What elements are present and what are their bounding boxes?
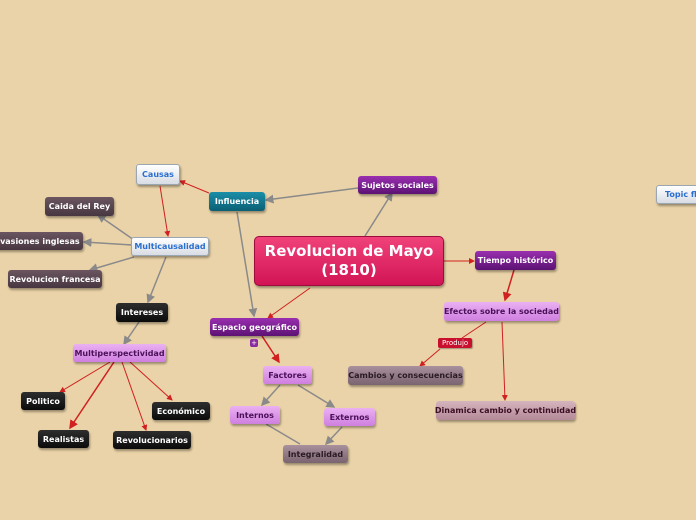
- topic-label: Topic flo: [665, 190, 696, 199]
- topic-invasiones-inglesas[interactable]: Invasiones inglesas: [0, 232, 83, 250]
- link-multi-invasiones: [82, 237, 133, 247]
- topic-label: Factores: [268, 370, 307, 380]
- topic-floating[interactable]: Topic flo: [656, 185, 696, 204]
- link-tiempo-efectos: [502, 269, 515, 302]
- link-efectos-produjo: [461, 321, 487, 339]
- topic-label: Revolucion francesa: [9, 274, 101, 284]
- central-topic-label: Revolucion de Mayo (1810): [264, 242, 434, 279]
- link-multip-revolucionarios: [121, 361, 148, 431]
- topic-revolucionarios[interactable]: Revolucionarios: [113, 431, 191, 449]
- topic-label: Caida del Rey: [48, 202, 111, 211]
- topic-label: Multicausalidad: [134, 242, 206, 251]
- link-label-produjo: Produjo: [438, 338, 473, 348]
- link-multi-caida: [96, 214, 135, 241]
- topic-intereses[interactable]: Intereses: [116, 303, 168, 322]
- topic-internos[interactable]: Internos: [230, 406, 280, 424]
- topic-multiperspectividad[interactable]: Multiperspectividad: [73, 344, 166, 362]
- link-factores-internos: [260, 384, 281, 407]
- link-multip-economico: [129, 361, 173, 401]
- topic-label: Dinamica cambio y continuidad: [434, 406, 577, 415]
- link-internos-integralidad: [265, 423, 301, 445]
- topic-label: Cambios y consecuencias: [348, 371, 463, 380]
- topic-externos[interactable]: Externos: [324, 408, 375, 426]
- topic-label: Integralidad: [287, 449, 344, 459]
- expand-plus-icon[interactable]: +: [250, 339, 258, 347]
- topic-politico[interactable]: Politico: [21, 392, 65, 410]
- topic-label: Espacio geográfico: [211, 322, 297, 332]
- topic-integralidad[interactable]: Integralidad: [283, 445, 348, 463]
- topic-label: Politico: [26, 396, 60, 406]
- topic-label: Multiperspectividad: [74, 348, 165, 358]
- topic-multicausalidad[interactable]: Multicausalidad: [131, 237, 209, 256]
- topic-label: Influencia: [214, 197, 260, 206]
- link-sujetos-influencia: [264, 187, 359, 204]
- topic-influencia[interactable]: Influencia: [209, 192, 265, 211]
- link-factores-externos: [297, 384, 336, 408]
- topic-label: Sujetos sociales: [361, 180, 434, 190]
- link-multi-intereses: [146, 256, 167, 304]
- topic-sujetos-sociales[interactable]: Sujetos sociales: [358, 176, 437, 194]
- topic-label: Económico: [156, 406, 206, 416]
- link-multip-politico: [59, 361, 111, 393]
- link-central-espacio: [267, 287, 311, 319]
- topic-efectos-sobre-la-sociedad[interactable]: Efectos sobre la sociedad: [444, 302, 559, 321]
- topic-label: Internos: [236, 410, 274, 420]
- topic-factores[interactable]: Factores: [263, 366, 312, 384]
- link-causas-multi: [159, 185, 171, 237]
- topic-label: Revolucionarios: [116, 435, 188, 445]
- link-espacio-factores: [261, 335, 280, 364]
- topic-label: Efectos sobre la sociedad: [443, 307, 560, 316]
- topic-label: Tiempo histórico: [477, 256, 554, 265]
- topic-realistas[interactable]: Realistas: [38, 430, 89, 448]
- link-influencia-espacio: [236, 211, 258, 318]
- link-central-sujetos: [364, 191, 393, 237]
- central-topic[interactable]: Revolucion de Mayo (1810): [254, 236, 444, 286]
- link-intereses-multip: [123, 321, 140, 346]
- link-efectos-dinamica: [501, 321, 508, 401]
- topic-causas[interactable]: Causas: [136, 164, 180, 185]
- topic-cambios-y-consecuencias[interactable]: Cambios y consecuencias: [348, 366, 463, 385]
- topic-economico[interactable]: Económico: [152, 402, 210, 420]
- link-externos-integralidad: [324, 426, 343, 446]
- topic-label: Causas: [142, 170, 174, 179]
- topic-revolucion-francesa[interactable]: Revolucion francesa: [8, 270, 102, 288]
- topic-espacio-geografico[interactable]: Espacio geográfico: [210, 318, 299, 336]
- topic-label: Realistas: [42, 434, 85, 444]
- link-multi-revolucion: [88, 256, 135, 273]
- link-produjo-cambios: [419, 348, 441, 367]
- topic-label: Invasiones inglesas: [0, 236, 80, 246]
- topic-tiempo-historico[interactable]: Tiempo histórico: [475, 251, 556, 270]
- link-influencia-causas: [179, 180, 210, 194]
- topic-label: Externos: [329, 412, 370, 422]
- topic-caida-del-rey[interactable]: Caida del Rey: [45, 197, 114, 216]
- topic-label: Intereses: [120, 308, 164, 317]
- topic-dinamica-cambio-y-continuidad[interactable]: Dinamica cambio y continuidad: [434, 401, 577, 420]
- link-multip-realistas: [69, 361, 115, 430]
